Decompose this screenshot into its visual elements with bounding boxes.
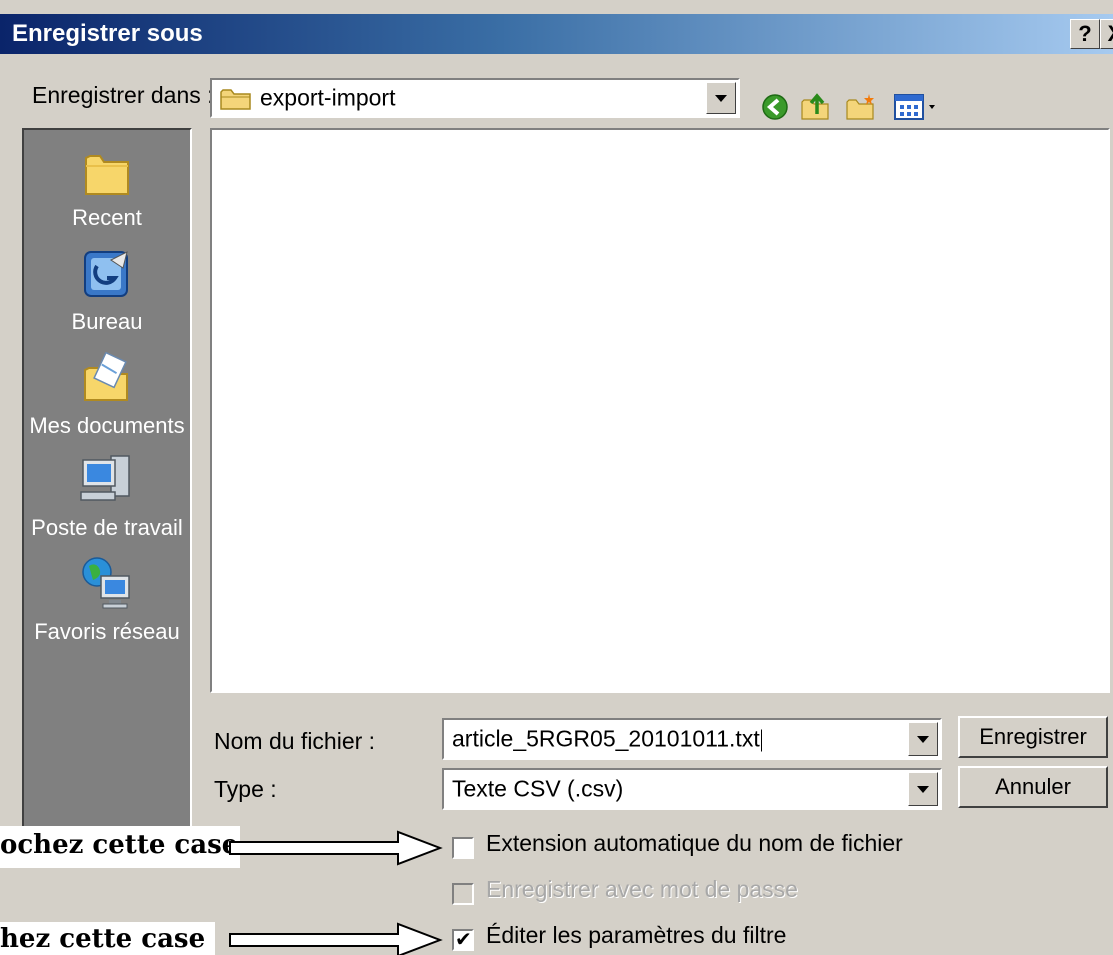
my-computer-icon [79,455,135,512]
title-bar[interactable]: Enregistrer sous ? X [0,14,1113,54]
chevron-down-icon[interactable] [908,772,938,806]
password-checkbox [452,883,474,905]
places-bar: Recent Bureau Mes documents Poste de tra… [22,128,192,860]
arrow-icon [229,922,443,955]
recent-folder-icon [82,155,132,202]
back-icon[interactable] [760,92,790,127]
auto-extension-label: Extension automatique du nom de fichier [486,830,903,856]
save-in-combo[interactable]: export-import [210,78,740,118]
arrow-icon [229,830,443,866]
place-label: Poste de travail [31,515,183,540]
place-label: Recent [72,205,142,230]
dialog-title: Enregistrer sous [12,20,203,47]
up-folder-icon[interactable] [800,92,832,127]
password-label: Enregistrer avec mot de passe [486,876,798,902]
filename-input[interactable]: article_5RGR05_20101011.txt [442,718,942,760]
filename-value: article_5RGR05_20101011.txt [452,725,760,752]
save-in-label: Enregistrer dans : [32,82,214,108]
filter-settings-checkbox[interactable] [452,927,474,952]
place-recent[interactable]: Recent [24,146,190,231]
my-documents-icon [81,351,133,410]
new-folder-icon[interactable] [845,92,877,127]
place-my-computer[interactable]: Poste de travail [24,452,190,541]
place-label: Bureau [71,309,143,334]
desktop-icon [81,251,133,306]
close-button[interactable]: X [1100,19,1113,49]
auto-extension-checkbox[interactable] [452,837,474,859]
place-network[interactable]: Favoris réseau [24,554,190,645]
save-as-dialog: Enregistrer sous ? X Enregistrer dans : … [0,0,1113,955]
cancel-button[interactable]: Annuler [958,766,1108,808]
view-menu-icon[interactable] [893,92,949,127]
annotation-text: hez cette case [0,924,206,954]
filetype-value: Texte CSV (.csv) [452,775,624,802]
file-list[interactable] [210,128,1110,693]
help-button[interactable]: ? [1070,19,1100,49]
save-button[interactable]: Enregistrer [958,716,1108,758]
chevron-down-icon[interactable] [908,722,938,756]
place-desktop[interactable]: Bureau [24,248,190,335]
filename-label: Nom du fichier : [214,728,376,754]
filetype-label: Type : [214,776,277,802]
chevron-down-icon[interactable] [706,82,736,114]
filetype-select[interactable]: Texte CSV (.csv) [442,768,942,810]
place-label: Favoris réseau [34,619,180,644]
filter-settings-label: Éditer les paramètres du filtre [486,922,787,948]
save-in-value: export-import [260,84,396,111]
annotation-text: ochez cette case [0,830,239,860]
place-my-documents[interactable]: Mes documents [24,351,190,439]
network-places-icon [79,557,135,616]
place-label: Mes documents [29,413,185,438]
text-cursor [760,729,762,752]
folder-icon [220,87,252,116]
